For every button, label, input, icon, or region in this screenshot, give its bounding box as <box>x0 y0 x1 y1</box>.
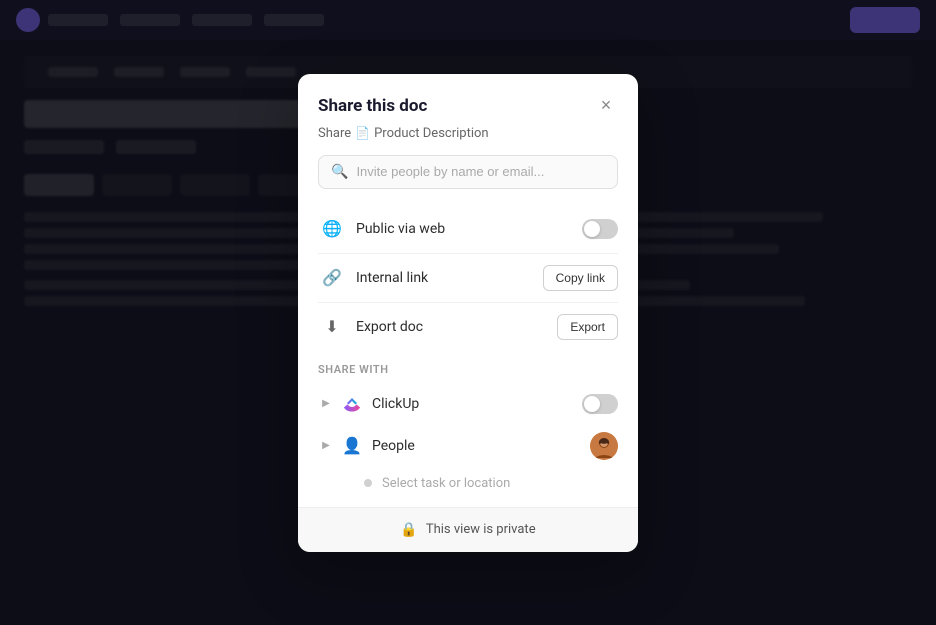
options-list: 🌐 Public via web 🔗 Internal link Copy li… <box>298 205 638 351</box>
search-area: 🔍 <box>298 155 638 205</box>
share-modal: Share this doc × Share 📄 Product Descrip… <box>298 74 638 552</box>
footer-text: This view is private <box>426 522 536 537</box>
clickup-expand-arrow[interactable]: ▶ <box>318 396 334 412</box>
subtitle-doc-name: Product Description <box>374 126 489 141</box>
export-button[interactable]: Export <box>557 314 618 340</box>
modal-header: Share this doc × <box>298 74 638 126</box>
option-public-web: 🌐 Public via web <box>318 205 618 254</box>
public-web-toggle[interactable] <box>582 219 618 239</box>
select-location-row[interactable]: Select task or location <box>318 468 618 499</box>
location-dot <box>364 479 372 487</box>
search-icon: 🔍 <box>331 164 348 180</box>
export-doc-label: Export doc <box>356 319 557 335</box>
share-row-people: ▶ 👤 People <box>318 424 618 468</box>
share-row-clickup: ▶ <box>318 384 618 424</box>
copy-link-button[interactable]: Copy link <box>543 265 618 291</box>
modal-overlay: Share this doc × Share 📄 Product Descrip… <box>0 0 936 625</box>
option-internal-link: 🔗 Internal link Copy link <box>318 254 618 303</box>
modal-subtitle: Share 📄 Product Description <box>298 126 638 155</box>
share-with-label: SHARE WITH <box>298 351 638 384</box>
people-expand-arrow[interactable]: ▶ <box>318 438 334 454</box>
subtitle-prefix: Share <box>318 126 351 141</box>
search-wrap[interactable]: 🔍 <box>318 155 618 189</box>
public-web-label: Public via web <box>356 221 582 237</box>
select-location-label[interactable]: Select task or location <box>382 476 510 491</box>
modal-title: Share this doc <box>318 96 427 116</box>
link-icon: 🔗 <box>318 264 346 292</box>
internal-link-label: Internal link <box>356 270 543 286</box>
clickup-label: ClickUp <box>372 396 582 412</box>
people-icon-wrap: 👤 <box>340 434 364 458</box>
modal-footer: 🔒 This view is private <box>298 507 638 552</box>
globe-icon: 🌐 <box>318 215 346 243</box>
share-with-list: ▶ <box>298 384 638 499</box>
clickup-toggle[interactable] <box>582 394 618 414</box>
clickup-logo-icon <box>340 392 364 416</box>
close-button[interactable]: × <box>594 94 618 118</box>
search-input[interactable] <box>356 164 605 179</box>
lock-icon: 🔒 <box>400 522 417 538</box>
person-icon: 👤 <box>342 436 362 455</box>
people-label: People <box>372 438 590 454</box>
export-icon: ⬇ <box>318 313 346 341</box>
doc-icon: 📄 <box>355 126 370 140</box>
option-export-doc: ⬇ Export doc Export <box>318 303 618 351</box>
user-avatar <box>590 432 618 460</box>
